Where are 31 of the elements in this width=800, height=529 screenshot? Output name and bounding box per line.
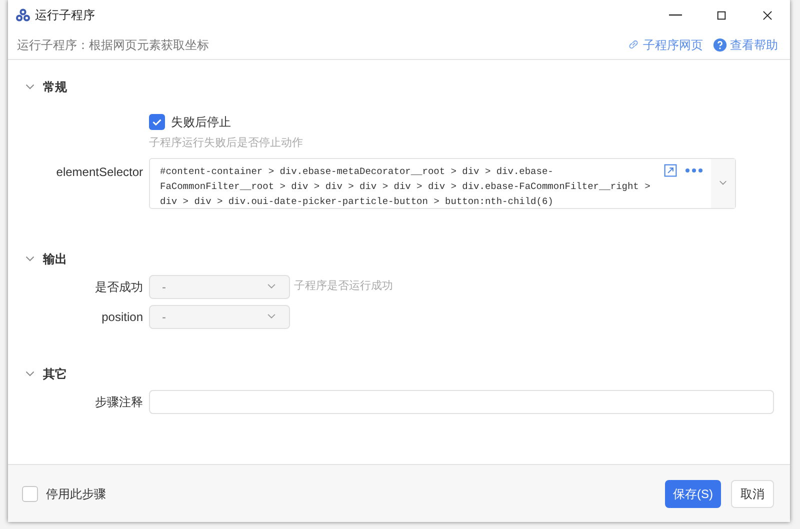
link-icon — [627, 38, 640, 51]
more-icon — [685, 168, 703, 172]
window-title: 运行子程序 — [35, 7, 95, 24]
expand-icon — [664, 164, 677, 176]
field-label: position — [100, 308, 143, 326]
field-hint: 子程序运行失败后是否停止动作 — [149, 136, 304, 151]
page-link[interactable]: 子程序网页 — [627, 36, 703, 54]
close-icon — [760, 8, 774, 22]
selector-text: #content-container > div.ebase-metaDecorator__root > div > div.ebase-FaCommonFilter__root > div > div > div > div > div > div.ebase-FaCommonFilter__right > div > div > div.oui-date-picker-particle-button > button:nth-child(6) — [160, 164, 652, 208]
checkbox-label: 停用此步骤 — [46, 486, 106, 502]
field-label: 是否成功 — [94, 278, 143, 296]
checkbox-label: 失败后停止 — [171, 114, 231, 131]
section-title[interactable]: 其它 — [43, 364, 67, 382]
selector-field[interactable] — [149, 158, 736, 208]
field-label: 步骤注释 — [94, 394, 143, 410]
section-title[interactable]: 输出 — [43, 250, 67, 268]
maximize-icon — [714, 8, 728, 22]
field-label: elementSelector — [55, 164, 143, 180]
minimize-icon — [668, 14, 682, 16]
checkbox[interactable] — [22, 486, 38, 502]
save-button[interactable]: 保存(S) — [665, 480, 721, 508]
comment-field[interactable] — [149, 390, 774, 414]
section-title[interactable]: 常规 — [43, 78, 67, 96]
help-link[interactable]: 查看帮助 — [713, 36, 778, 54]
dialog-subtitle: 运行子程序：根据网页元素获取坐标 — [17, 36, 209, 54]
checkbox[interactable] — [149, 114, 165, 130]
check-icon — [151, 116, 163, 128]
help-icon — [713, 38, 727, 52]
app-logo-icon — [15, 7, 31, 23]
cancel-button[interactable]: 取消 — [731, 480, 774, 508]
field-hint: 子程序是否运行成功 — [294, 278, 393, 294]
